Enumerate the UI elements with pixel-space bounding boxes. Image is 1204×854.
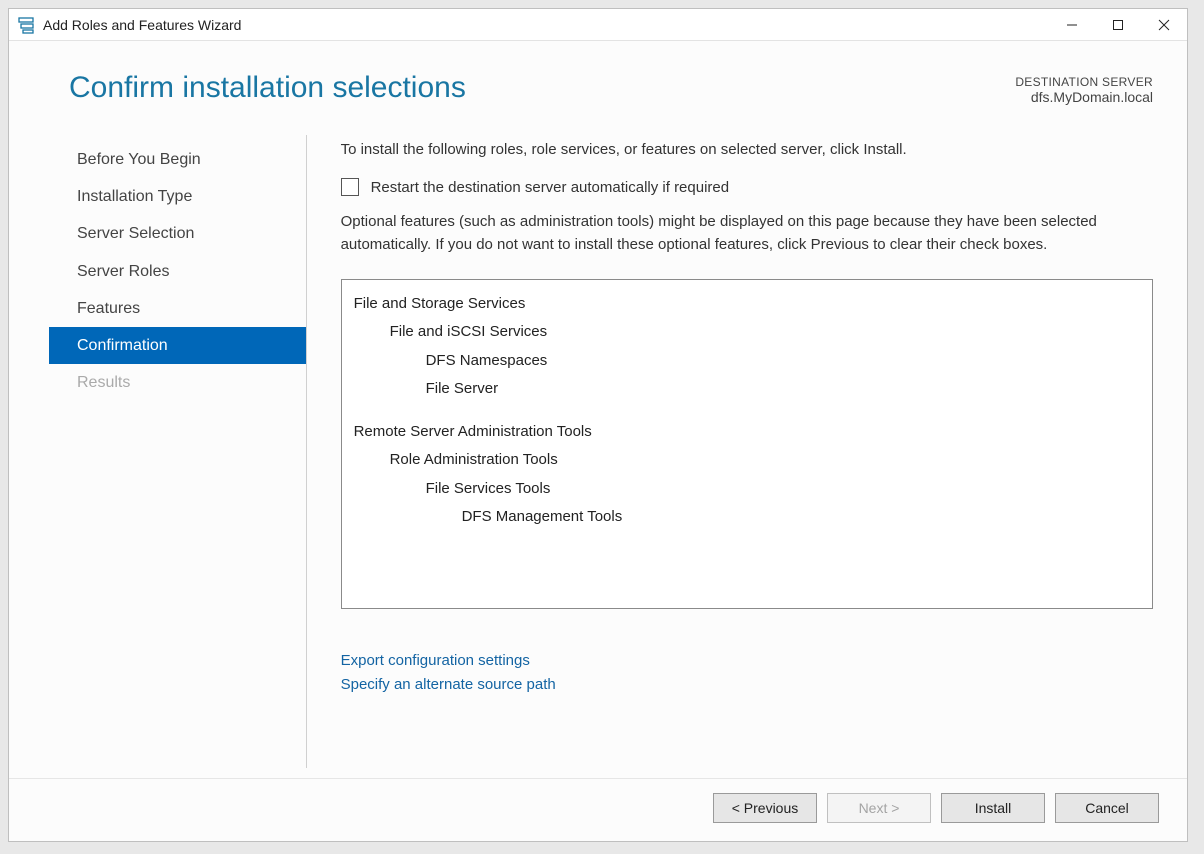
minimize-button[interactable] xyxy=(1049,9,1095,40)
app-icon xyxy=(17,16,35,34)
main-panel: To install the following roles, role ser… xyxy=(307,135,1153,768)
restart-row: Restart the destination server automatic… xyxy=(341,178,1153,196)
previous-button[interactable]: < Previous xyxy=(713,793,817,823)
header-row: Confirm installation selections DESTINAT… xyxy=(9,41,1187,115)
sidebar-item-before-you-begin[interactable]: Before You Begin xyxy=(49,141,306,178)
restart-label: Restart the destination server automatic… xyxy=(371,179,730,196)
sidebar-item-features[interactable]: Features xyxy=(49,290,306,327)
tree-item: File and Storage Services xyxy=(354,290,1140,319)
alternate-source-path-link[interactable]: Specify an alternate source path xyxy=(341,673,1153,697)
tree-item: DFS Namespaces xyxy=(354,347,1140,376)
sidebar-item-results: Results xyxy=(49,364,306,401)
restart-checkbox[interactable] xyxy=(341,178,359,196)
export-configuration-link[interactable]: Export configuration settings xyxy=(341,649,1153,673)
tree-item: Role Administration Tools xyxy=(354,446,1140,475)
body-area: Before You Begin Installation Type Serve… xyxy=(9,115,1187,768)
window-controls xyxy=(1049,9,1187,40)
cancel-button[interactable]: Cancel xyxy=(1055,793,1159,823)
footer-buttons: < Previous Next > Install Cancel xyxy=(9,778,1187,841)
install-button[interactable]: Install xyxy=(941,793,1045,823)
window-title: Add Roles and Features Wizard xyxy=(43,17,1049,33)
sidebar-item-server-roles[interactable]: Server Roles xyxy=(49,253,306,290)
title-bar: Add Roles and Features Wizard xyxy=(9,9,1187,41)
tree-item: File Services Tools xyxy=(354,475,1140,504)
selections-tree[interactable]: File and Storage Services File and iSCSI… xyxy=(341,279,1153,609)
close-button[interactable] xyxy=(1141,9,1187,40)
tree-item: Remote Server Administration Tools xyxy=(354,418,1140,447)
destination-server-box: DESTINATION SERVER dfs.MyDomain.local xyxy=(1015,71,1153,105)
sidebar-item-server-selection[interactable]: Server Selection xyxy=(49,215,306,252)
tree-item: File and iSCSI Services xyxy=(354,318,1140,347)
sidebar-item-confirmation[interactable]: Confirmation xyxy=(49,327,306,364)
maximize-button[interactable] xyxy=(1095,9,1141,40)
destination-server-label: DESTINATION SERVER xyxy=(1015,75,1153,89)
intro-text: To install the following roles, role ser… xyxy=(341,141,1153,158)
destination-server-name: dfs.MyDomain.local xyxy=(1015,89,1153,105)
tree-item: DFS Management Tools xyxy=(354,503,1140,532)
next-button: Next > xyxy=(827,793,931,823)
optional-features-note: Optional features (such as administratio… xyxy=(341,210,1153,257)
sidebar-item-installation-type[interactable]: Installation Type xyxy=(49,178,306,215)
tree-item: File Server xyxy=(354,375,1140,404)
wizard-window: Add Roles and Features Wizard Confirm in… xyxy=(8,8,1188,842)
links-area: Export configuration settings Specify an… xyxy=(341,609,1153,697)
page-title: Confirm installation selections xyxy=(69,71,1015,105)
wizard-sidebar: Before You Begin Installation Type Serve… xyxy=(49,135,307,768)
